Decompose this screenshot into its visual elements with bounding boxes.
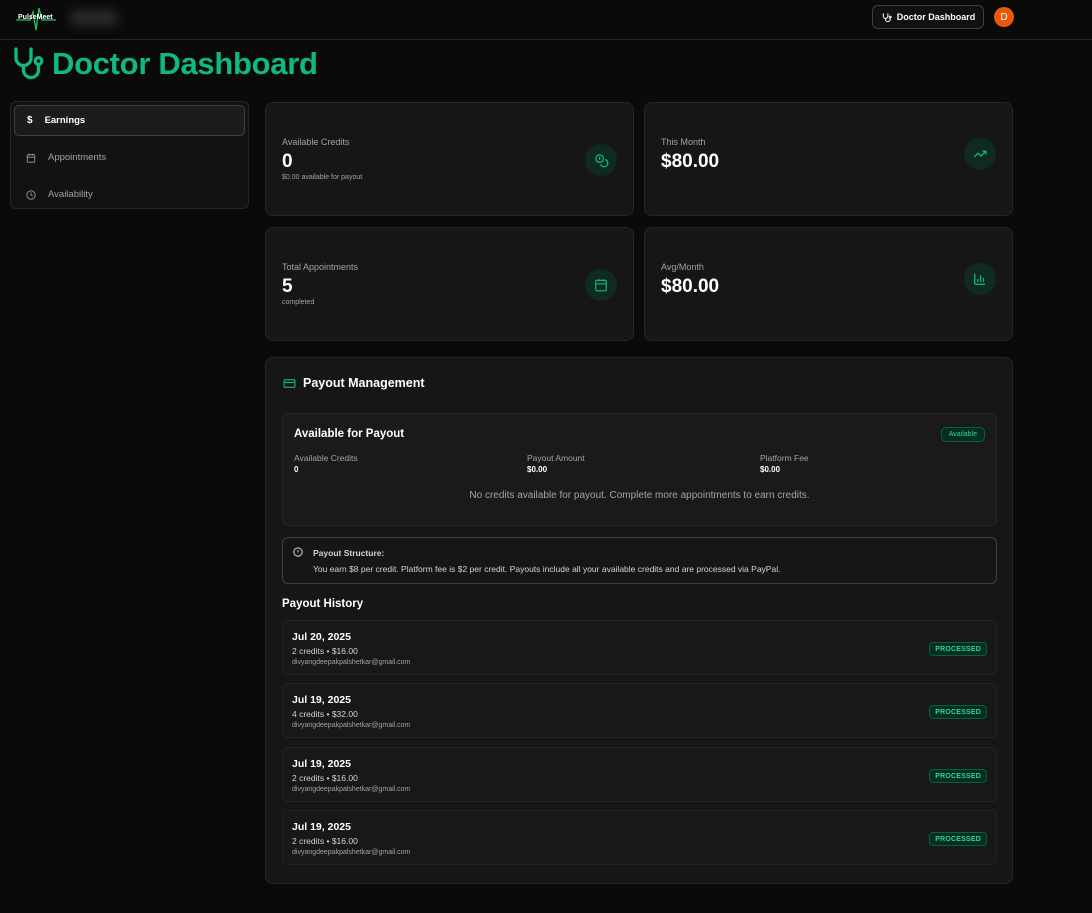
brand-logo[interactable]: PulseMeet — [16, 4, 118, 32]
sidebar-item-label: Appointments — [48, 152, 107, 163]
payout-date: Jul 20, 2025 — [292, 631, 351, 643]
page-header: Doctor Dashboard — [10, 42, 318, 86]
section-title: Payout Management — [303, 376, 425, 390]
field-label: Payout Amount — [527, 453, 585, 463]
sidebar-item-appointments[interactable]: Appointments — [14, 142, 245, 173]
clock-icon — [26, 189, 36, 200]
this-month-card: This Month $80.00 — [644, 102, 1013, 216]
field-label: Available Credits — [294, 453, 358, 463]
available-credits-field: Available Credits 0 — [294, 453, 358, 474]
status-badge: PROCESSED — [929, 769, 987, 783]
alert-title: Payout Structure: — [313, 548, 385, 558]
payout-email: divyangdeepakpalshetkar@gmail.com — [292, 722, 411, 729]
stat-value: 5 — [282, 276, 293, 297]
payout-date: Jul 19, 2025 — [292, 694, 351, 706]
alert-text: You earn $8 per credit. Platform fee is … — [313, 564, 781, 574]
stat-label: Avg/Month — [661, 262, 704, 272]
payout-management-header: Payout Management — [283, 376, 425, 390]
payout-credits: 2 credits • $16.00 — [292, 646, 358, 656]
stethoscope-icon — [14, 47, 44, 80]
trending-up-icon — [964, 138, 996, 170]
credit-card-icon — [283, 378, 296, 388]
stat-label: Available Credits — [282, 137, 350, 147]
field-value: $0.00 — [760, 465, 781, 474]
payout-structure-alert: Payout Structure: You earn $8 per credit… — [282, 537, 997, 584]
payout-email: divyangdeepakpalshetkar@gmail.com — [292, 786, 411, 793]
doctor-dashboard-button[interactable]: Doctor Dashboard — [872, 5, 984, 29]
no-credits-message: No credits available for payout. Complet… — [469, 490, 810, 501]
payout-email: divyangdeepakpalshetkar@gmail.com — [292, 659, 411, 666]
info-alert-icon — [293, 547, 303, 557]
avatar[interactable]: D — [994, 7, 1014, 27]
field-value: $0.00 — [527, 465, 548, 474]
sidebar-item-availability[interactable]: Availability — [14, 179, 245, 210]
coins-icon — [585, 144, 617, 176]
sidebar-item-label: Availability — [48, 189, 93, 200]
status-badge: PROCESSED — [929, 642, 987, 656]
sidebar-item-earnings[interactable]: $ Earnings — [14, 105, 245, 136]
status-badge: Available — [940, 427, 985, 442]
brand-name: PulseMeet — [18, 14, 53, 21]
payout-date: Jul 19, 2025 — [292, 758, 351, 770]
stat-sub: completed — [282, 299, 315, 306]
brand-blur — [70, 10, 118, 26]
dollar-icon: $ — [27, 115, 33, 126]
platform-fee-field: Platform Fee $0.00 — [760, 453, 809, 474]
top-bar: PulseMeet Doctor Dashboard D — [0, 0, 1092, 40]
panel-title: Available for Payout — [294, 428, 405, 440]
status-badge: PROCESSED — [929, 705, 987, 719]
stat-value: $80.00 — [661, 151, 720, 172]
payout-history-row: Jul 19, 2025 2 credits • $16.00 divyangd… — [282, 810, 997, 865]
payout-credits: 4 credits • $32.00 — [292, 709, 358, 719]
available-for-payout-panel: Available for Payout Available Available… — [282, 413, 997, 526]
doctor-dashboard-label: Doctor Dashboard — [896, 12, 976, 22]
status-badge: PROCESSED — [929, 832, 987, 846]
stat-value: $80.00 — [661, 276, 720, 297]
payout-amount-field: Payout Amount $0.00 — [527, 453, 585, 474]
calendar-icon — [26, 153, 36, 163]
payout-management-card: Payout Management Available for Payout A… — [265, 357, 1013, 884]
available-credits-card: Available Credits 0 $0.00 available for … — [265, 102, 634, 216]
page-title: Doctor Dashboard — [52, 46, 318, 81]
avg-month-card: Avg/Month $80.00 — [644, 227, 1013, 341]
payout-credits: 2 credits • $16.00 — [292, 773, 358, 783]
payout-email: divyangdeepakpalshetkar@gmail.com — [292, 849, 411, 856]
bar-chart-icon — [964, 263, 996, 295]
stat-value: 0 — [282, 151, 293, 172]
payout-credits: 2 credits • $16.00 — [292, 836, 358, 846]
sidebar-nav: $ Earnings Appointments Availability — [10, 101, 249, 209]
sidebar-item-label: Earnings — [44, 115, 86, 126]
payout-history-title: Payout History — [282, 598, 364, 610]
calendar-icon — [585, 269, 617, 301]
stat-label: This Month — [661, 137, 706, 147]
stethoscope-icon — [882, 12, 892, 22]
payout-date: Jul 19, 2025 — [292, 821, 351, 833]
field-label: Platform Fee — [760, 453, 809, 463]
field-value: 0 — [294, 465, 299, 474]
payout-history-row: Jul 20, 2025 2 credits • $16.00 divyangd… — [282, 620, 997, 675]
payout-history-row: Jul 19, 2025 4 credits • $32.00 divyangd… — [282, 683, 997, 738]
total-appointments-card: Total Appointments 5 completed — [265, 227, 634, 341]
stat-label: Total Appointments — [282, 262, 359, 272]
stat-sub: $0.00 available for payout — [282, 174, 363, 181]
payout-history-row: Jul 19, 2025 2 credits • $16.00 divyangd… — [282, 747, 997, 802]
